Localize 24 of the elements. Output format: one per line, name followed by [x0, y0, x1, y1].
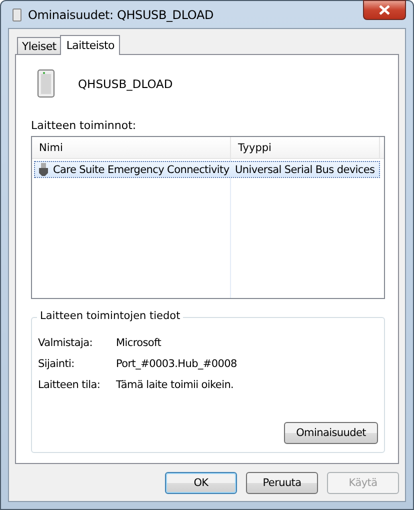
field-label: Valmistaja:: [38, 336, 94, 348]
close-icon: [379, 4, 390, 14]
field-value: Port_#0003.Hub_#0008: [116, 358, 237, 370]
tab[interactable]: Yleiset: [17, 37, 62, 54]
dialog-button[interactable]: Peruuta: [246, 472, 318, 494]
field-label: Sijainti:: [38, 358, 76, 370]
device-icon: [12, 8, 22, 22]
properties-button[interactable]: Ominaisuudet: [284, 422, 378, 444]
section-label: Laitteen toiminnot:: [31, 119, 138, 132]
field-label: Laitteen tila:: [38, 378, 102, 390]
column-header[interactable]: Nimi: [32, 137, 231, 158]
plug-icon: [39, 162, 48, 176]
close-button[interactable]: [363, 0, 406, 20]
column-header[interactable]: Tyyppi: [231, 137, 380, 158]
tab[interactable]: Laitteisto: [60, 35, 120, 55]
dialog-button[interactable]: OK: [165, 472, 237, 494]
window-title: Ominaisuudet: QHSUSB_DLOAD: [28, 8, 214, 22]
field-value: Tämä laite toimii oikein.: [116, 378, 234, 390]
type-cell: Universal Serial Bus devices: [235, 164, 375, 176]
device-name: QHSUSB_DLOAD: [78, 77, 173, 91]
name-cell-text: Care Suite Emergency Connectivity: [53, 164, 230, 176]
group-title: Laitteen toimintojen tiedot: [37, 310, 184, 322]
field-value: Microsoft: [116, 336, 162, 348]
list-row[interactable]: Care Suite Emergency Connectivity Universal Serial Bus devices: [34, 161, 380, 178]
